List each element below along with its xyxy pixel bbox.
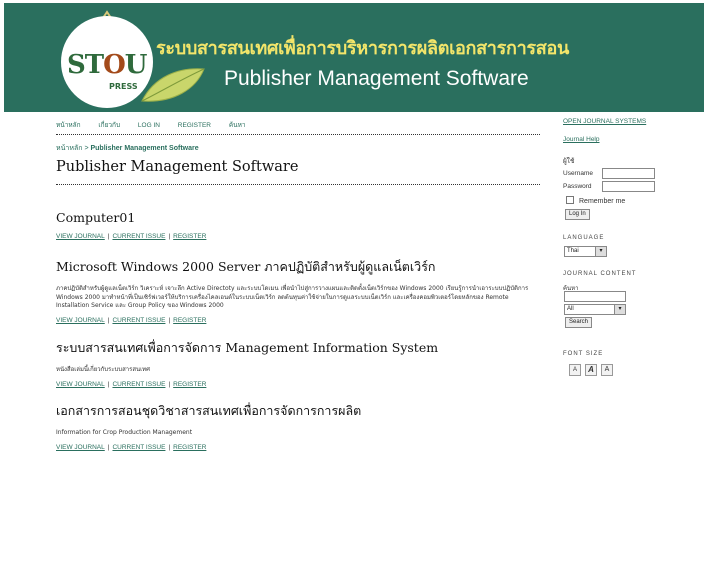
site-title-english: Publisher Management Software (224, 67, 529, 90)
view-journal-link[interactable]: VIEW JOURNAL (56, 233, 105, 240)
view-journal-link[interactable]: VIEW JOURNAL (56, 317, 105, 324)
open-journal-systems-link[interactable]: OPEN JOURNAL SYSTEMS (563, 118, 646, 125)
journal-item: เอกสารการสอนชุดวิชาสารสนเทศเพื่อการจัดกา… (56, 401, 540, 451)
breadcrumb-current[interactable]: Publisher Management Software (90, 145, 198, 152)
register-link[interactable]: REGISTER (173, 317, 206, 324)
language-value: Thai (567, 248, 579, 254)
nav-search[interactable]: ค้นหา (229, 122, 246, 129)
nav-register[interactable]: REGISTER (178, 122, 211, 129)
current-issue-link[interactable]: CURRENT ISSUE (112, 317, 165, 324)
remember-me-label: Remember me (579, 198, 626, 205)
journal-title: ระบบสารสนเทศเพื่อการจัดการ Management In… (56, 340, 439, 355)
user-heading: ผู้ใช้ (563, 158, 575, 165)
nav-home[interactable]: หน้าหลัก (56, 122, 81, 129)
logo-text: STOU (67, 50, 147, 80)
journal-item: Microsoft Windows 2000 Server ภาคปฏิบัติ… (56, 257, 540, 324)
logo-press-text: PRESS (109, 82, 138, 91)
username-label: Username (563, 170, 593, 177)
font-medium-icon[interactable]: A (585, 364, 597, 376)
password-input[interactable] (602, 181, 655, 192)
breadcrumb-separator: > (84, 145, 89, 152)
journal-links: VIEW JOURNAL | CURRENT ISSUE | REGISTER (56, 316, 207, 324)
journal-links: VIEW JOURNAL | CURRENT ISSUE | REGISTER (56, 380, 207, 388)
password-label: Password (563, 183, 592, 190)
current-issue-link[interactable]: CURRENT ISSUE (112, 233, 165, 240)
chevron-down-icon: ▾ (595, 247, 606, 256)
font-large-icon[interactable]: A (601, 364, 613, 376)
search-button[interactable]: Search (565, 317, 593, 328)
site-header: STOU PRESS ระบบสารสนเทศเพื่อการบริหารการ… (4, 3, 704, 112)
register-link[interactable]: REGISTER (173, 233, 206, 240)
language-select[interactable]: Thai ▾ (564, 246, 607, 257)
nav-divider (56, 134, 540, 135)
journal-item: ระบบสารสนเทศเพื่อการจัดการ Management In… (56, 338, 540, 388)
journal-description: ภาคปฏิบัติสำหรับผู้ดูแลเน็ตเวิร์ก วิเครา… (56, 285, 529, 309)
title-divider (56, 184, 540, 185)
search-scope-select[interactable]: All ▾ (564, 304, 626, 315)
language-heading: LANGUAGE (563, 235, 605, 241)
journal-content-heading: JOURNAL CONTENT (563, 271, 637, 277)
journal-help-link[interactable]: Journal Help (563, 136, 600, 143)
breadcrumb: หน้าหลัก > Publisher Management Software (56, 143, 199, 154)
view-journal-link[interactable]: VIEW JOURNAL (56, 381, 105, 388)
remember-me-checkbox[interactable] (566, 196, 574, 204)
leaf-icon (141, 68, 205, 102)
chevron-down-icon: ▾ (614, 305, 625, 314)
nav-about[interactable]: เกี่ยวกับ (98, 122, 120, 129)
journal-links: VIEW JOURNAL | CURRENT ISSUE | REGISTER (56, 233, 207, 240)
journal-title: เอกสารการสอนชุดวิชาสารสนเทศเพื่อการจัดกา… (56, 403, 362, 418)
journal-title: Computer01 (56, 210, 136, 225)
top-navigation: หน้าหลัก เกี่ยวกับ LOG IN REGISTER ค้นหา (56, 120, 540, 134)
breadcrumb-home[interactable]: หน้าหลัก (56, 145, 82, 152)
current-issue-link[interactable]: CURRENT ISSUE (112, 381, 165, 388)
font-small-icon[interactable]: A (569, 364, 581, 376)
current-issue-link[interactable]: CURRENT ISSUE (112, 444, 165, 451)
page-title: Publisher Management Software (56, 159, 299, 175)
register-link[interactable]: REGISTER (173, 381, 206, 388)
font-size-heading: FONT SIZE (563, 351, 604, 357)
search-scope-value: All (567, 306, 574, 312)
site-title-thai: ระบบสารสนเทศเพื่อการบริหารการผลิตเอกสารก… (156, 38, 569, 59)
journal-title: Microsoft Windows 2000 Server ภาคปฏิบัติ… (56, 259, 436, 274)
view-journal-link[interactable]: VIEW JOURNAL (56, 444, 105, 451)
nav-login[interactable]: LOG IN (138, 122, 160, 129)
journal-item: Computer01 VIEW JOURNAL | CURRENT ISSUE | RE… (56, 210, 540, 240)
search-input[interactable] (564, 291, 626, 302)
journal-description: หนังสือเล่มนี้เกี่ยวกับระบบสารสนเทศ (56, 366, 150, 373)
login-button[interactable]: Log In (565, 209, 590, 220)
username-input[interactable] (602, 168, 655, 179)
register-link[interactable]: REGISTER (173, 444, 206, 451)
journal-links: VIEW JOURNAL | CURRENT ISSUE | REGISTER (56, 443, 207, 451)
journal-description: Information for Crop Production Manageme… (56, 429, 193, 436)
